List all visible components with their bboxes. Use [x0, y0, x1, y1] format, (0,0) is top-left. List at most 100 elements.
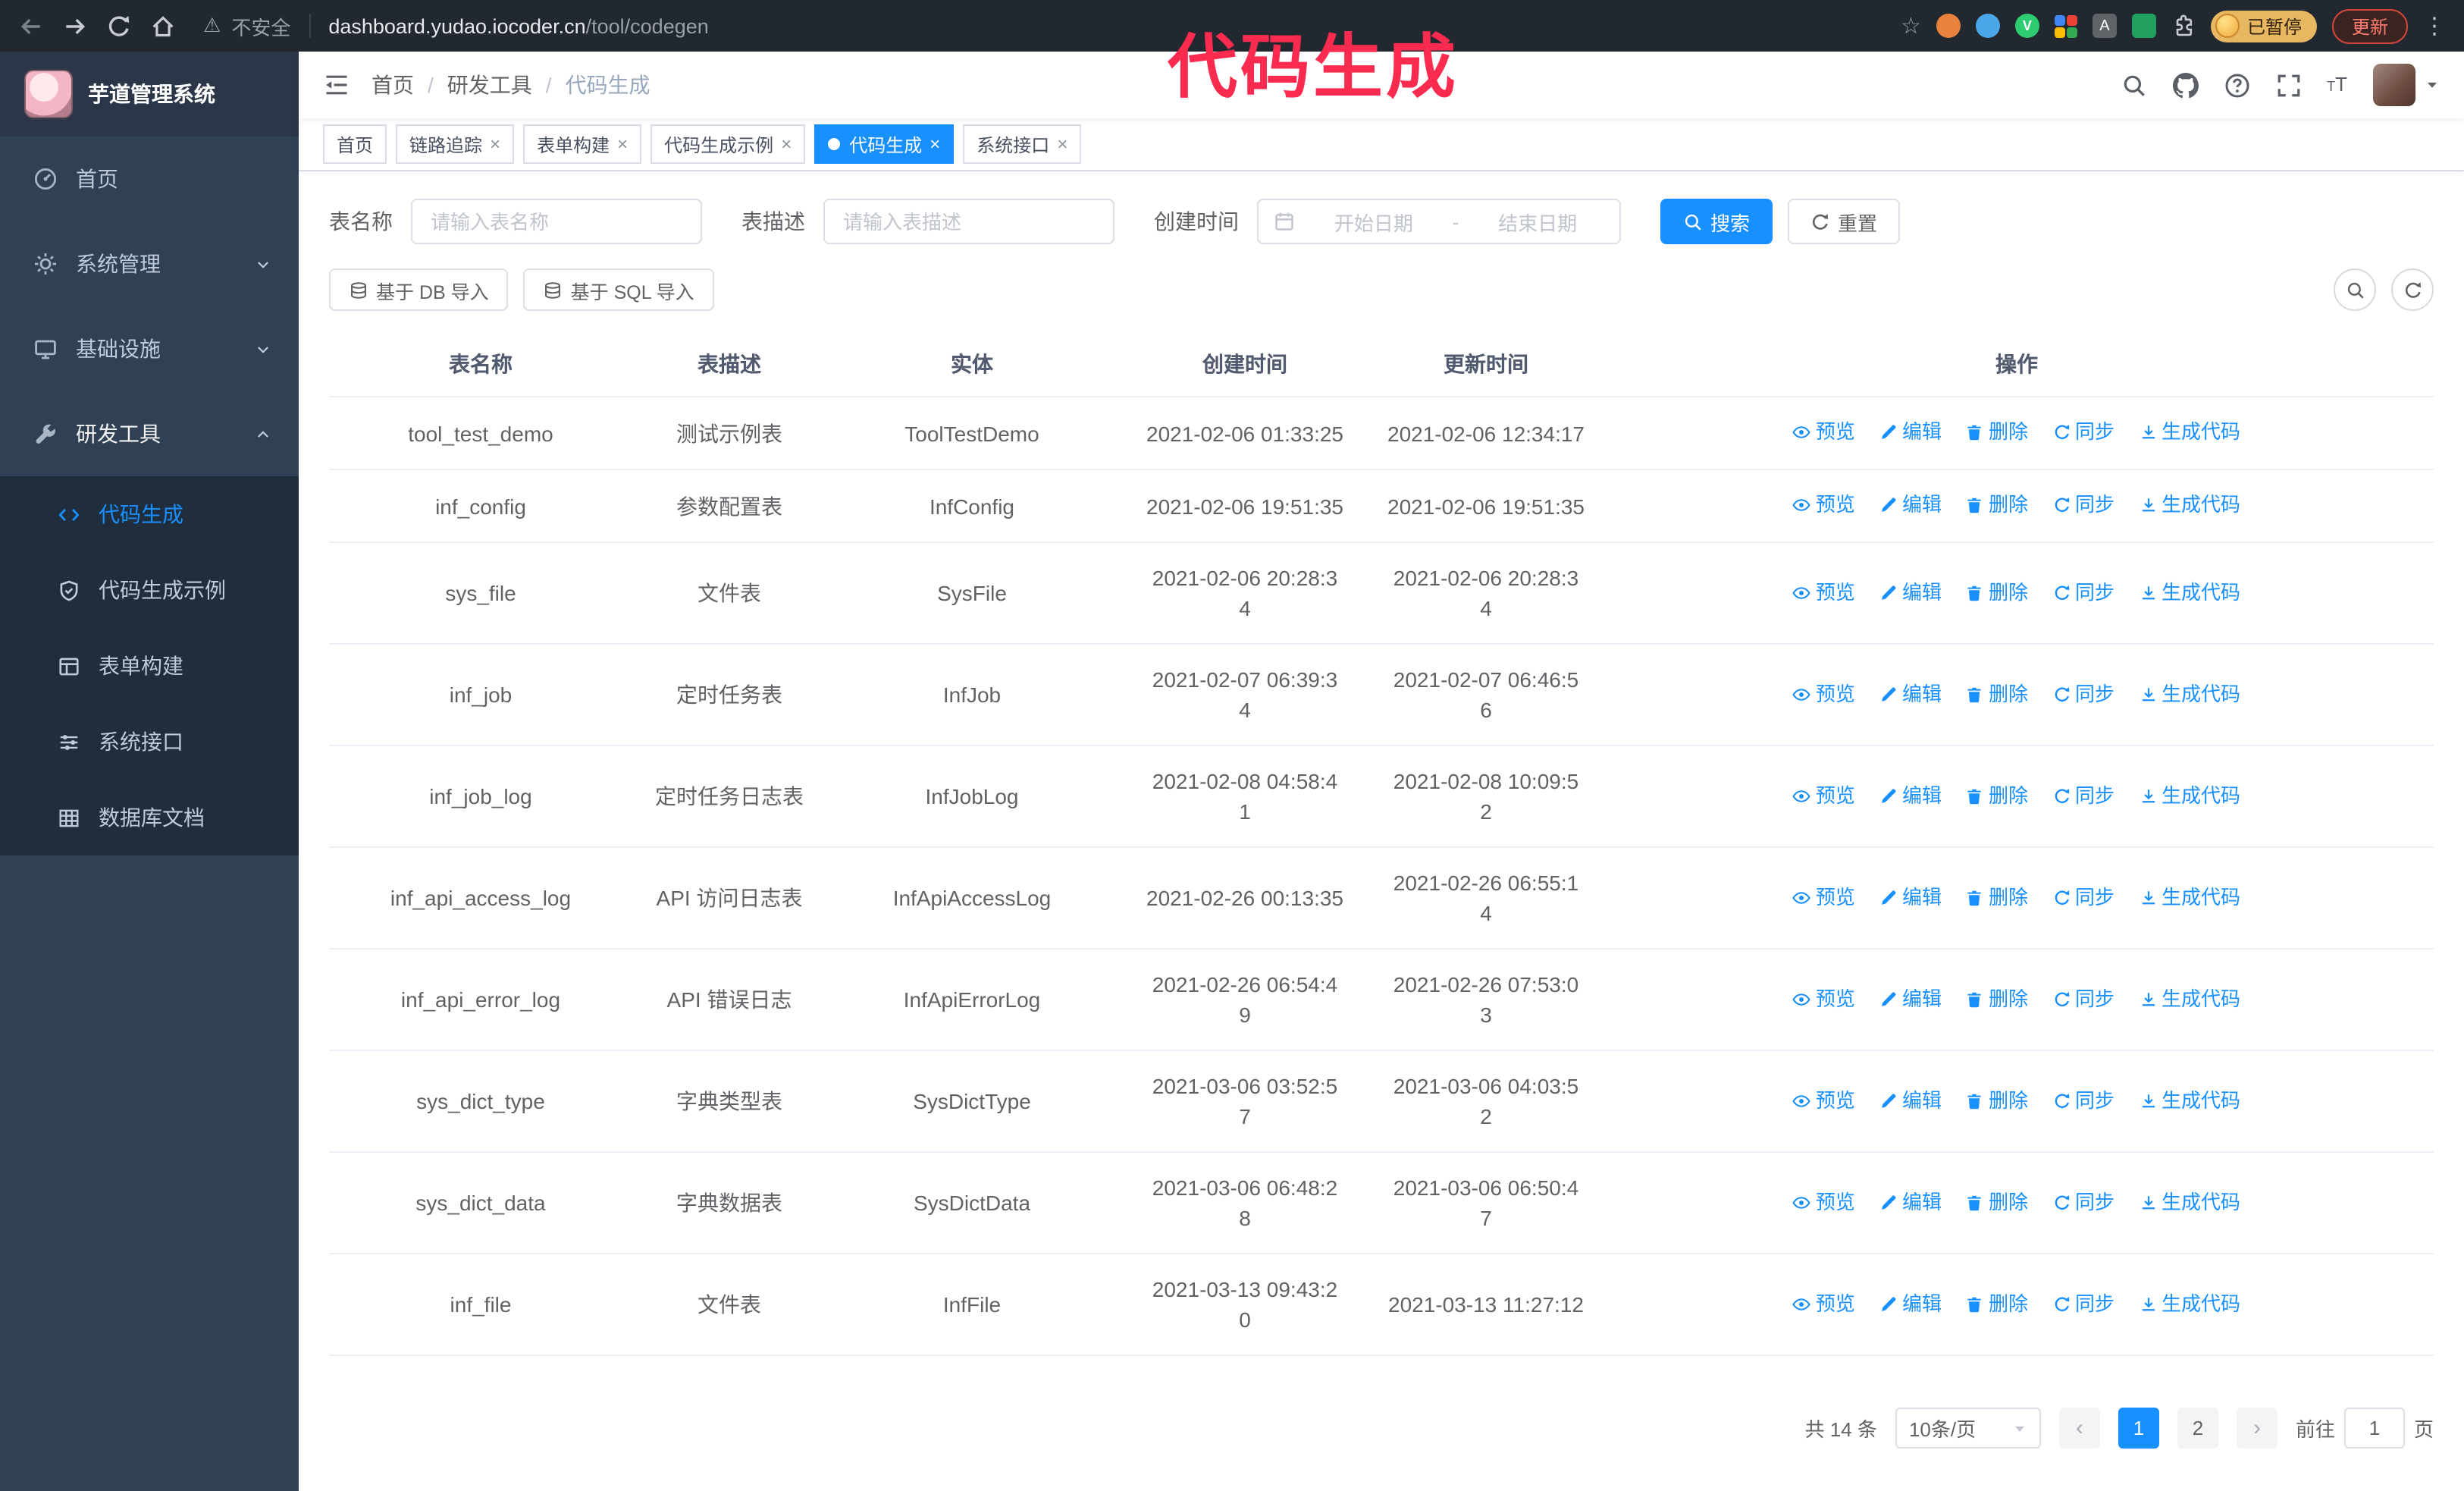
user-menu[interactable]: [2373, 64, 2440, 106]
delete-link[interactable]: 删除: [1966, 417, 2028, 447]
next-page-button[interactable]: ›: [2236, 1408, 2277, 1449]
breadcrumb-home[interactable]: 首页: [371, 70, 414, 100]
delete-link[interactable]: 删除: [1966, 490, 2028, 520]
font-size-icon[interactable]: TT: [2327, 72, 2347, 98]
import-db-button[interactable]: 基于 DB 导入: [329, 268, 509, 311]
chrome-update-button[interactable]: 更新: [2331, 8, 2408, 43]
extension-icon-orange[interactable]: [1936, 14, 1961, 38]
sync-link[interactable]: 同步: [2052, 679, 2114, 709]
generate-code-link[interactable]: 生成代码: [2139, 1187, 2240, 1217]
toggle-search-button[interactable]: [2334, 268, 2376, 311]
tab-codegen[interactable]: 代码生成 ×: [814, 124, 955, 164]
sync-link[interactable]: 同步: [2052, 577, 2114, 607]
sidebar-item-db-docs[interactable]: 数据库文档: [0, 780, 299, 855]
sync-link[interactable]: 同步: [2052, 1187, 2114, 1217]
browser-home-icon[interactable]: [150, 13, 176, 39]
sidebar-item-devtools[interactable]: 研发工具: [0, 391, 299, 476]
page-button-1[interactable]: 1: [2118, 1408, 2159, 1449]
breadcrumb-devtools[interactable]: 研发工具: [447, 70, 532, 100]
github-icon[interactable]: [2172, 72, 2198, 98]
sync-link[interactable]: 同步: [2052, 1289, 2114, 1319]
sidebar-item-system[interactable]: 系统管理: [0, 221, 299, 306]
generate-code-link[interactable]: 生成代码: [2139, 882, 2240, 912]
generate-code-link[interactable]: 生成代码: [2139, 984, 2240, 1014]
sync-link[interactable]: 同步: [2052, 984, 2114, 1014]
generate-code-link[interactable]: 生成代码: [2139, 577, 2240, 607]
sidebar-item-infra[interactable]: 基础设施: [0, 306, 299, 391]
preview-link[interactable]: 预览: [1793, 679, 1855, 709]
import-sql-button[interactable]: 基于 SQL 导入: [523, 268, 714, 311]
browser-back-icon[interactable]: [18, 13, 44, 39]
tab-tracing[interactable]: 链路追踪 ×: [396, 124, 515, 164]
docs-question-icon[interactable]: [2224, 72, 2249, 98]
delete-link[interactable]: 删除: [1966, 1085, 2028, 1116]
prev-page-button[interactable]: ‹: [2058, 1408, 2100, 1449]
close-icon[interactable]: ×: [1057, 135, 1067, 153]
delete-link[interactable]: 删除: [1966, 882, 2028, 912]
browser-reload-icon[interactable]: [106, 13, 132, 39]
edit-link[interactable]: 编辑: [1879, 1289, 1942, 1319]
edit-link[interactable]: 编辑: [1879, 1187, 1942, 1217]
preview-link[interactable]: 预览: [1793, 1085, 1855, 1116]
sidebar-item-home[interactable]: 首页: [0, 137, 299, 221]
delete-link[interactable]: 删除: [1966, 1187, 2028, 1217]
preview-link[interactable]: 预览: [1793, 1187, 1855, 1217]
edit-link[interactable]: 编辑: [1879, 490, 1942, 520]
page-button-2[interactable]: 2: [2177, 1408, 2218, 1449]
security-indicator[interactable]: ⚠ 不安全: [203, 11, 290, 40]
sidebar-item-codegen-example[interactable]: 代码生成示例: [0, 552, 299, 628]
preview-link[interactable]: 预览: [1793, 490, 1855, 520]
close-icon[interactable]: ×: [490, 135, 500, 153]
generate-code-link[interactable]: 生成代码: [2139, 490, 2240, 520]
edit-link[interactable]: 编辑: [1879, 417, 1942, 447]
sidebar-fold-icon[interactable]: [323, 71, 350, 99]
preview-link[interactable]: 预览: [1793, 417, 1855, 447]
edit-link[interactable]: 编辑: [1879, 577, 1942, 607]
address-bar[interactable]: dashboard.yudao.iocoder.cn/tool/codegen: [328, 14, 1882, 37]
fullscreen-icon[interactable]: [2275, 72, 2301, 98]
table-desc-input[interactable]: [823, 199, 1114, 244]
sidebar-item-codegen[interactable]: 代码生成: [0, 476, 299, 552]
delete-link[interactable]: 删除: [1966, 577, 2028, 607]
goto-page-input[interactable]: [2343, 1408, 2405, 1449]
delete-link[interactable]: 删除: [1966, 1289, 2028, 1319]
extension-icon-translate[interactable]: A: [2092, 14, 2117, 38]
preview-link[interactable]: 预览: [1793, 780, 1855, 811]
close-icon[interactable]: ×: [929, 135, 940, 153]
preview-link[interactable]: 预览: [1793, 577, 1855, 607]
close-icon[interactable]: ×: [617, 135, 628, 153]
refresh-table-button[interactable]: [2391, 268, 2434, 311]
extension-icon-blue-drop[interactable]: [1975, 14, 2000, 38]
bookmark-star-icon[interactable]: ☆: [1901, 12, 1921, 39]
tab-system-api[interactable]: 系统接口 ×: [963, 124, 1082, 164]
browser-forward-icon[interactable]: [62, 13, 88, 39]
tab-form-builder[interactable]: 表单构建 ×: [523, 124, 642, 164]
preview-link[interactable]: 预览: [1793, 1289, 1855, 1319]
page-size-select[interactable]: 10条/页: [1895, 1408, 2041, 1449]
edit-link[interactable]: 编辑: [1879, 679, 1942, 709]
extensions-puzzle-icon[interactable]: [2171, 14, 2196, 38]
delete-link[interactable]: 删除: [1966, 679, 2028, 709]
preview-link[interactable]: 预览: [1793, 984, 1855, 1014]
sync-link[interactable]: 同步: [2052, 1085, 2114, 1116]
tab-home[interactable]: 首页: [323, 124, 387, 164]
generate-code-link[interactable]: 生成代码: [2139, 679, 2240, 709]
date-range-picker[interactable]: 开始日期 - 结束日期: [1257, 199, 1621, 244]
generate-code-link[interactable]: 生成代码: [2139, 1085, 2240, 1116]
delete-link[interactable]: 删除: [1966, 780, 2028, 811]
app-logo[interactable]: 芋道管理系统: [0, 52, 299, 137]
sync-link[interactable]: 同步: [2052, 780, 2114, 811]
extension-icon-green-v[interactable]: V: [2014, 14, 2039, 38]
edit-link[interactable]: 编辑: [1879, 984, 1942, 1014]
search-button[interactable]: 搜索: [1660, 199, 1773, 244]
browser-menu-icon[interactable]: ⋮: [2423, 12, 2446, 39]
sidebar-item-system-api[interactable]: 系统接口: [0, 704, 299, 780]
reset-button[interactable]: 重置: [1788, 199, 1901, 244]
close-icon[interactable]: ×: [781, 135, 792, 153]
table-name-input[interactable]: [411, 199, 702, 244]
generate-code-link[interactable]: 生成代码: [2139, 417, 2240, 447]
edit-link[interactable]: 编辑: [1879, 882, 1942, 912]
sync-link[interactable]: 同步: [2052, 882, 2114, 912]
search-icon[interactable]: [2121, 72, 2146, 98]
edit-link[interactable]: 编辑: [1879, 1085, 1942, 1116]
